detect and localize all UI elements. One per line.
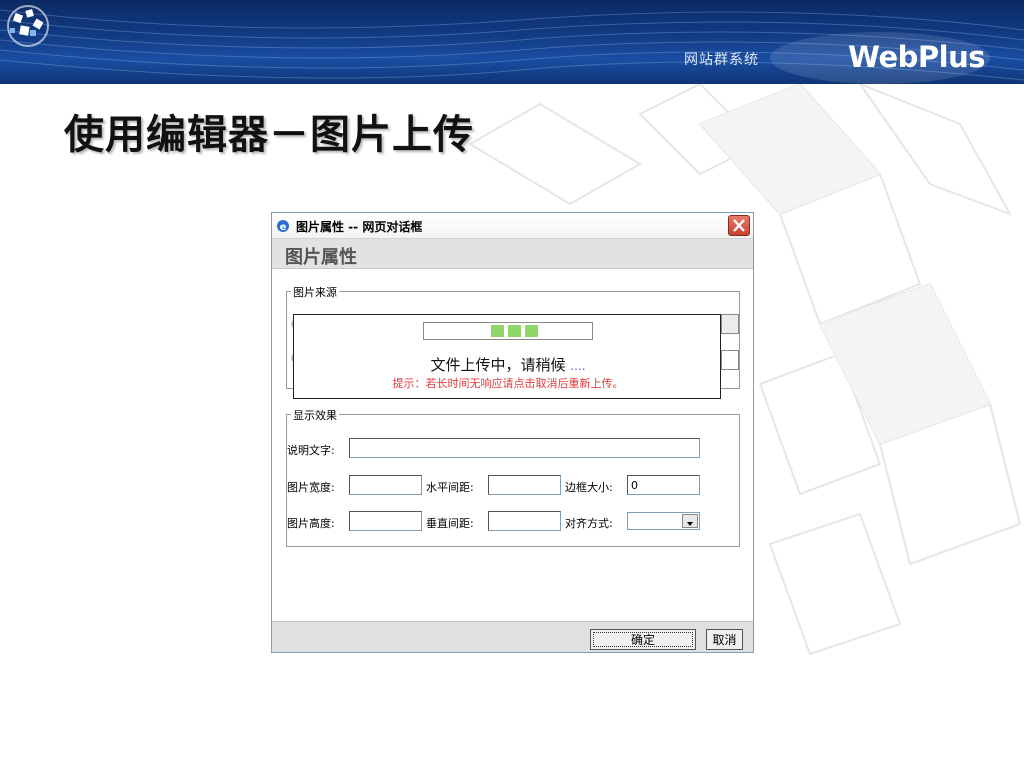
vspace-input[interactable] bbox=[488, 511, 561, 531]
webplus-logo-icon bbox=[7, 5, 49, 47]
dialog-titlebar: e 图片属性 -- 网页对话框 bbox=[272, 213, 753, 239]
width-input[interactable] bbox=[349, 475, 422, 495]
ok-button[interactable]: 确定 bbox=[590, 629, 696, 650]
close-icon bbox=[733, 219, 745, 232]
hspace-label: 水平间距: bbox=[426, 481, 474, 494]
webplus-logo-text: WebPlus bbox=[848, 40, 985, 74]
image-source-legend: 图片来源 bbox=[291, 284, 339, 300]
progress-segment bbox=[525, 325, 538, 337]
slide-title: 使用编辑器－图片上传 bbox=[64, 112, 474, 158]
dialog-header-title: 图片属性 bbox=[285, 247, 357, 268]
height-label: 图片高度: bbox=[287, 517, 335, 530]
width-label: 图片宽度: bbox=[287, 481, 335, 494]
image-properties-dialog: e 图片属性 -- 网页对话框 图片属性 图片来源 显示效果 说明文字: 图片宽… bbox=[271, 212, 754, 653]
vspace-label: 垂直间距: bbox=[426, 517, 474, 530]
align-label: 对齐方式: bbox=[565, 517, 613, 530]
dialog-title: 图片属性 -- 网页对话框 bbox=[296, 220, 423, 234]
caption-input[interactable] bbox=[349, 438, 700, 458]
cancel-button[interactable]: 取消 bbox=[706, 629, 743, 650]
border-size-label: 边框大小: bbox=[565, 481, 613, 494]
caption-label: 说明文字: bbox=[287, 444, 335, 457]
close-button[interactable] bbox=[728, 215, 750, 236]
progress-fill bbox=[491, 325, 538, 337]
chevron-down-icon[interactable] bbox=[682, 514, 698, 528]
ie-icon: e bbox=[277, 220, 289, 233]
upload-hint: 提示：若长时间无响应请点击取消后重新上传。 bbox=[392, 377, 624, 390]
upload-progress-bar bbox=[423, 322, 593, 340]
upload-progress-overlay: 文件上传中，请稍候 .... 提示：若长时间无响应请点击取消后重新上传。 bbox=[293, 314, 721, 399]
progress-segment bbox=[491, 325, 504, 337]
dialog-footer: 确定 取消 bbox=[272, 621, 753, 652]
align-select[interactable] bbox=[627, 512, 700, 530]
display-effect-legend: 显示效果 bbox=[291, 407, 339, 423]
upload-message: 文件上传中，请稍候 .... bbox=[294, 354, 722, 375]
border-size-input[interactable] bbox=[627, 475, 700, 495]
svg-text:e: e bbox=[280, 222, 287, 233]
upload-dots: .... bbox=[570, 359, 586, 373]
height-input[interactable] bbox=[349, 511, 422, 531]
banner-subtitle: 网站群系统 bbox=[684, 52, 759, 68]
upload-message-text: 文件上传中，请稍候 bbox=[430, 356, 566, 374]
browse-button[interactable] bbox=[721, 314, 739, 334]
hspace-input[interactable] bbox=[488, 475, 561, 495]
source-field-stub[interactable] bbox=[721, 350, 739, 370]
header-banner: 网站群系统 WebPlus bbox=[0, 0, 1024, 84]
progress-segment bbox=[508, 325, 521, 337]
